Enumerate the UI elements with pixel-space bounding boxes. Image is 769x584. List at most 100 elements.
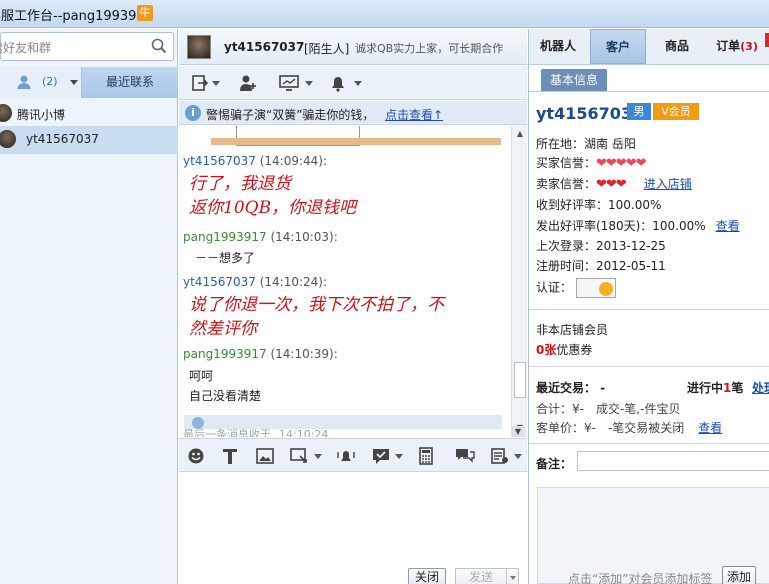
pending-label: 进行中 xyxy=(687,381,724,395)
shop-member-status: 非本店铺会员 xyxy=(536,323,609,337)
tab-recent-contacts[interactable]: 最近联系 xyxy=(82,67,178,98)
send-label: 发送 xyxy=(468,570,493,584)
certification-icon[interactable] xyxy=(576,278,617,298)
send-options-chevron-icon[interactable] xyxy=(506,569,519,584)
tab-goods[interactable]: 商品 xyxy=(650,29,704,64)
contacts-count: (2) xyxy=(42,75,58,88)
divider xyxy=(529,443,769,444)
chat-header: yt41567037 [陌生人] 诚求QB实力上家，可长期合作 xyxy=(179,29,527,65)
message-history: yt41567037 (14:09:44): 行了，我退货 返你10QB，你退钱… xyxy=(179,126,511,437)
alert-icon[interactable] xyxy=(329,74,347,92)
note-input[interactable] xyxy=(577,451,769,471)
send-button[interactable]: 发送 xyxy=(455,568,519,584)
tab-orders-label: 订单 xyxy=(716,39,741,53)
pending-trades: 进行中1笔 xyxy=(687,379,743,396)
chevron-down-icon[interactable] xyxy=(70,80,78,85)
search-input[interactable]: 搜索好友和群 xyxy=(0,32,174,61)
buyer-credit-label: 买家信誉： xyxy=(536,156,597,170)
info-icon: i xyxy=(185,105,201,121)
scrollbar[interactable]: ▲ ▼ xyxy=(511,126,527,437)
chat-bubbles-icon[interactable] xyxy=(455,447,475,465)
tab-basic-info[interactable]: 基本信息 xyxy=(541,69,607,91)
history-icon[interactable] xyxy=(491,447,509,465)
chevron-down-icon[interactable] xyxy=(514,454,522,459)
quick-reply-icon[interactable] xyxy=(372,447,390,465)
view-link[interactable]: 查看 xyxy=(716,219,740,233)
divider xyxy=(529,91,769,92)
member-badge-label: 会员 xyxy=(668,105,691,118)
contact-status: 诚求QB实力上家，可长期合作 xyxy=(355,42,504,55)
coupon-row: 0张优惠券 xyxy=(536,341,592,358)
view-link[interactable]: 查看 xyxy=(698,421,722,435)
sender-name[interactable]: pang1993917 xyxy=(183,230,267,244)
font-icon[interactable] xyxy=(221,447,239,465)
list-item[interactable]: yt41567037 xyxy=(0,126,178,154)
warning-text: 警惕骗子演“双簧”骗走你的钱， xyxy=(206,108,375,122)
contact-name[interactable]: yt41567037 xyxy=(224,40,304,54)
screenshot-icon[interactable] xyxy=(290,447,308,465)
orders-count: (3) xyxy=(740,40,758,53)
chat-toolbar xyxy=(179,66,527,100)
location-row: 所在地：湖南 岳阳 xyxy=(536,135,636,152)
chevron-down-icon[interactable] xyxy=(314,454,322,459)
message-text: 说了你退一次，我下次不拍了，不 xyxy=(189,295,444,315)
message-text: －－想多了 xyxy=(195,251,256,265)
message-text: 自己没看清楚 xyxy=(189,389,262,403)
shake-icon[interactable] xyxy=(336,447,356,465)
chevron-down-icon[interactable] xyxy=(395,454,403,459)
tab-customer[interactable]: 客户 xyxy=(590,29,646,64)
scroll-up-icon[interactable]: ▲ xyxy=(514,128,526,140)
scroll-thumb[interactable] xyxy=(514,362,526,398)
calculator-icon[interactable] xyxy=(419,447,433,465)
gender-badge: 男 xyxy=(627,103,651,120)
enter-shop-link[interactable]: 进入店铺 xyxy=(644,177,692,191)
chevron-down-icon[interactable] xyxy=(212,81,220,86)
tab-contacts[interactable]: (2) xyxy=(0,67,82,98)
add-contact-icon[interactable] xyxy=(239,74,257,92)
customer-panel: 机器人 客户 商品 订单(3) 基本信息 yt41567037 男 V会员 所在… xyxy=(528,29,769,584)
right-tabs: 机器人 客户 商品 订单(3) xyxy=(529,29,769,65)
list-item[interactable]: 腾讯小博 xyxy=(0,100,178,126)
collapse-icon[interactable]: ▼ xyxy=(511,426,525,437)
warning-link[interactable]: 点击查看↑ xyxy=(385,106,443,123)
message-time: (14:10:39): xyxy=(270,347,338,361)
search-placeholder: 搜索好友和群 xyxy=(0,41,52,55)
image-preview[interactable] xyxy=(211,138,501,145)
message-text: 返你10QB，你退钱吧 xyxy=(189,198,357,218)
handle-link[interactable]: 处理 xyxy=(752,379,769,396)
last-message-time: 14:10:24 xyxy=(279,428,329,437)
add-tag-button[interactable]: 添加 xyxy=(722,566,756,584)
close-button[interactable]: 关闭 xyxy=(408,568,446,584)
title-bar: 客服工作台--pang1993917 牛 xyxy=(0,0,769,28)
message-header: pang1993917 (14:10:39): xyxy=(183,347,338,361)
sender-name[interactable]: yt41567037 xyxy=(183,154,256,168)
member-badge: V会员 xyxy=(653,103,699,120)
tag-hint: 点击“添加”对会员添加标签 xyxy=(568,572,713,584)
contact-tag: [陌生人] xyxy=(304,42,350,56)
emoji-icon[interactable] xyxy=(187,447,205,465)
image-icon[interactable] xyxy=(256,447,274,465)
sender-name[interactable]: yt41567037 xyxy=(183,275,256,289)
coupon-label: 优惠券 xyxy=(556,343,593,357)
message-time: (14:09:44): xyxy=(259,154,328,168)
screen-share-icon[interactable] xyxy=(279,74,299,92)
list-item-name: 腾讯小博 xyxy=(17,108,66,122)
recent-trade: 最近交易： - xyxy=(536,381,606,395)
register-time: 注册时间：2012-05-11 xyxy=(536,259,666,273)
seller-credit-label: 卖家信誉： xyxy=(536,177,597,191)
divider xyxy=(529,366,769,367)
received-rate: 收到好评率：100.00% xyxy=(536,198,662,212)
ox-icon: 牛 xyxy=(137,5,153,21)
buyer-credit-row: 买家信誉：❤❤❤❤❤ xyxy=(536,154,646,171)
avatar[interactable] xyxy=(187,35,211,59)
transfer-icon[interactable] xyxy=(191,74,209,92)
tab-orders[interactable]: 订单(3) xyxy=(709,29,765,64)
sender-name[interactable]: pang1993917 xyxy=(183,347,267,361)
tab-robot[interactable]: 机器人 xyxy=(529,29,587,64)
avatar xyxy=(0,104,12,122)
message-input[interactable] xyxy=(179,472,527,562)
left-tabs: (2) 最近联系 xyxy=(0,67,178,98)
chevron-down-icon[interactable] xyxy=(354,81,362,86)
chevron-down-icon[interactable] xyxy=(305,81,313,86)
search-icon[interactable] xyxy=(151,38,167,54)
